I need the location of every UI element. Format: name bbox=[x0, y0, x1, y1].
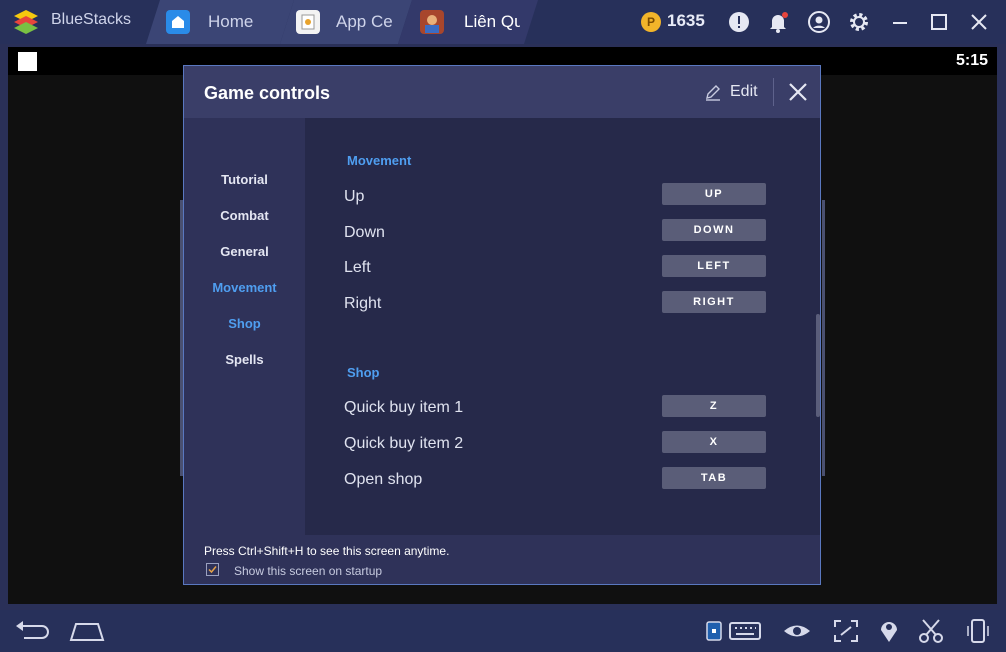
tab-game[interactable]: Liên Qu bbox=[398, 0, 538, 44]
key-binding-button[interactable]: LEFT bbox=[662, 255, 766, 277]
app-name: BlueStacks bbox=[51, 11, 132, 28]
keymap-icon[interactable] bbox=[704, 618, 724, 644]
control-label: Quick buy item 2 bbox=[344, 435, 464, 452]
status-clock: 5:15 bbox=[956, 52, 989, 69]
startup-checkbox-label: Show this screen on startup bbox=[234, 564, 383, 578]
app-center-tab-icon bbox=[296, 10, 320, 34]
control-label: Left bbox=[344, 259, 371, 276]
title-bar: BlueStacks Home App Ce Liên Qu P 1635 bbox=[0, 0, 1006, 44]
nav-item-shop[interactable]: Shop bbox=[184, 316, 305, 331]
bluestacks-logo-icon bbox=[14, 10, 38, 34]
startup-checkbox[interactable] bbox=[206, 563, 219, 576]
key-binding-button[interactable]: TAB bbox=[662, 467, 766, 489]
nav-item-tutorial[interactable]: Tutorial bbox=[184, 172, 305, 187]
control-label: Down bbox=[344, 224, 385, 241]
pencil-icon bbox=[706, 85, 720, 101]
alert-icon[interactable] bbox=[727, 10, 751, 34]
key-binding-button[interactable]: RIGHT bbox=[662, 291, 766, 313]
game-controls-dialog: Game controls Edit Tutorial Combat Gener… bbox=[183, 65, 821, 585]
phone-rotate-icon[interactable] bbox=[964, 618, 992, 644]
control-label: Up bbox=[344, 188, 365, 205]
dialog-content: Movement Up UP Down DOWN Left LEFT Right… bbox=[305, 118, 820, 535]
tab-label: Liên Qu bbox=[464, 12, 520, 31]
tab-label: Home bbox=[208, 12, 254, 31]
coin-count: 1635 bbox=[667, 11, 705, 30]
dialog-footer: Press Ctrl+Shift+H to see this screen an… bbox=[184, 535, 820, 584]
section-title-movement: Movement bbox=[347, 153, 412, 168]
maximize-icon[interactable] bbox=[927, 10, 951, 34]
tab-home[interactable]: Home bbox=[146, 0, 294, 44]
home-icon[interactable] bbox=[68, 618, 106, 644]
shortcut-hint: Press Ctrl+Shift+H to see this screen an… bbox=[204, 544, 450, 558]
control-label: Right bbox=[344, 295, 382, 312]
back-icon[interactable] bbox=[12, 618, 52, 644]
control-label: Open shop bbox=[344, 471, 423, 488]
checkmark-icon bbox=[208, 566, 217, 574]
keyboard-icon[interactable] bbox=[728, 618, 762, 644]
close-window-icon[interactable] bbox=[967, 10, 991, 34]
tab-app-center[interactable]: App Ce bbox=[280, 0, 412, 44]
header-divider bbox=[773, 78, 774, 106]
nav-item-combat[interactable]: Combat bbox=[184, 208, 305, 223]
close-icon[interactable] bbox=[786, 80, 810, 104]
game-tab-icon bbox=[420, 10, 444, 34]
scrollbar[interactable] bbox=[816, 314, 820, 417]
bell-icon[interactable] bbox=[766, 10, 790, 34]
key-binding-button[interactable]: UP bbox=[662, 183, 766, 205]
key-binding-button[interactable]: Z bbox=[662, 395, 766, 417]
scissors-icon[interactable] bbox=[917, 618, 945, 644]
gear-icon[interactable] bbox=[847, 10, 871, 34]
dialog-title: Game controls bbox=[204, 83, 331, 103]
tab-label: App Ce bbox=[336, 12, 392, 31]
nav-item-general[interactable]: General bbox=[184, 244, 305, 259]
fullscreen-icon[interactable] bbox=[832, 618, 860, 644]
minimize-icon[interactable] bbox=[888, 10, 912, 34]
control-label: Quick buy item 1 bbox=[344, 399, 464, 416]
bottom-toolbar bbox=[0, 610, 1006, 652]
key-binding-button[interactable]: DOWN bbox=[662, 219, 766, 241]
section-title-shop: Shop bbox=[347, 365, 380, 380]
key-binding-button[interactable]: X bbox=[662, 431, 766, 453]
notification-square-icon bbox=[18, 52, 37, 71]
home-tab-icon bbox=[166, 10, 190, 34]
game-panel-edge bbox=[822, 200, 825, 476]
nav-item-spells[interactable]: Spells bbox=[184, 352, 305, 367]
nav-item-movement[interactable]: Movement bbox=[184, 280, 305, 295]
eye-icon[interactable] bbox=[782, 618, 812, 644]
dialog-nav: Tutorial Combat General Movement Shop Sp… bbox=[184, 118, 305, 535]
account-icon[interactable] bbox=[807, 10, 831, 34]
location-icon[interactable] bbox=[877, 618, 901, 644]
dialog-header: Game controls Edit bbox=[184, 66, 820, 118]
edit-label: Edit bbox=[730, 83, 758, 100]
coin-icon: P bbox=[641, 12, 661, 32]
